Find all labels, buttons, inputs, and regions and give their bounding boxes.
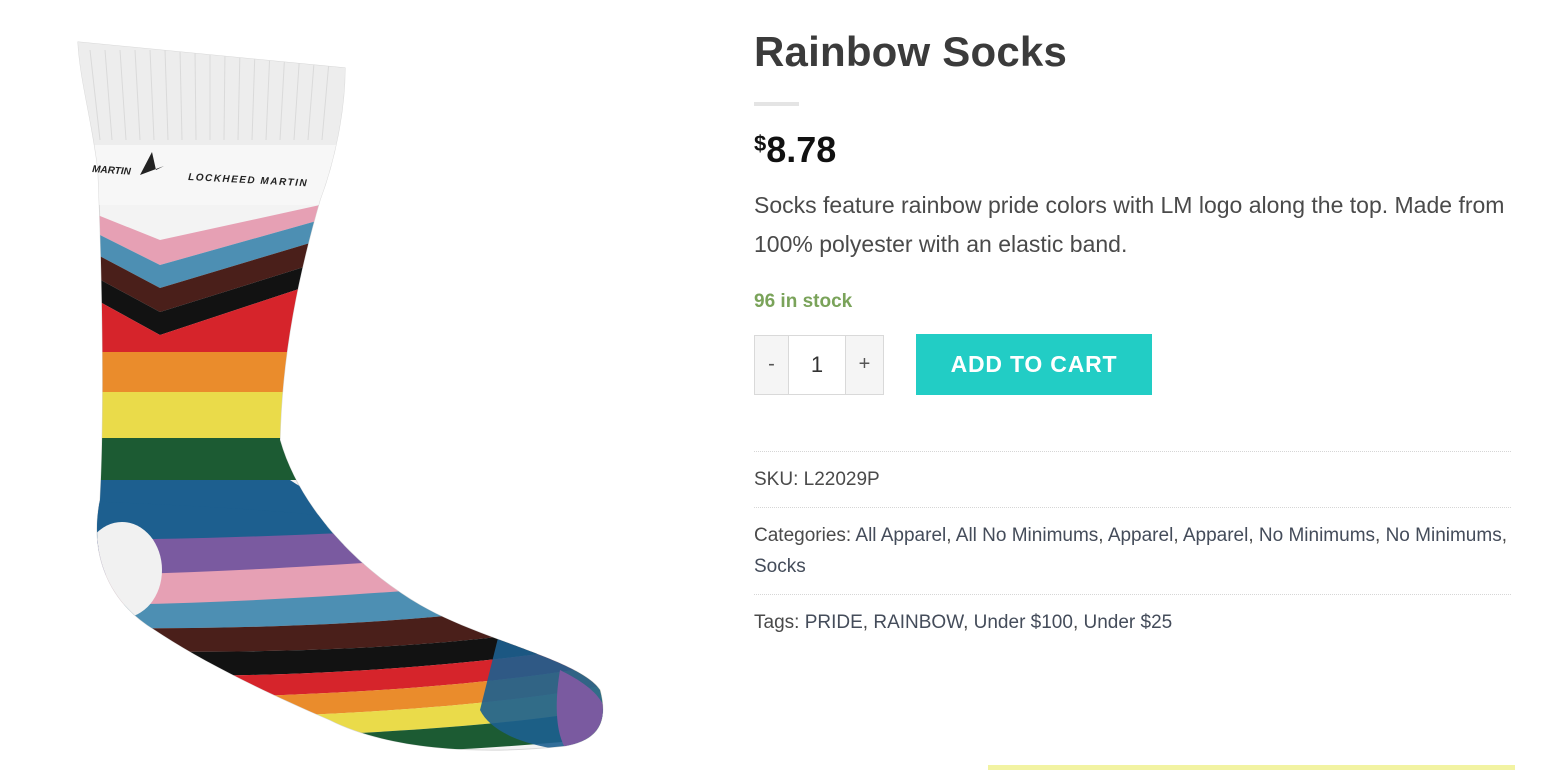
product-image[interactable]: MARTIN LOCKHEED MARTIN: [60, 30, 630, 760]
category-link[interactable]: All Apparel: [855, 525, 946, 546]
sku-row: SKU: L22029P: [754, 451, 1511, 507]
product-price: $8.78: [754, 130, 1514, 170]
stock-status: 96 in stock: [754, 291, 853, 312]
tag-link[interactable]: RAINBOW: [873, 612, 963, 633]
quantity-stepper: - +: [754, 334, 884, 395]
tags-label: Tags:: [754, 612, 800, 633]
price-currency: $: [754, 131, 767, 156]
tag-link[interactable]: Under $25: [1084, 612, 1173, 633]
bottom-highlight-bar: [988, 765, 1515, 770]
price-amount: 8.78: [766, 129, 837, 170]
category-link[interactable]: No Minimums: [1259, 525, 1375, 546]
category-link[interactable]: No Minimums: [1386, 525, 1502, 546]
product-description: Socks feature rainbow pride colors with …: [754, 192, 1505, 257]
category-link[interactable]: Socks: [754, 556, 806, 577]
sku-label: SKU:: [754, 469, 799, 490]
add-to-cart-form: - + ADD TO CART: [754, 334, 1514, 395]
categories-label: Categories:: [754, 525, 852, 546]
quantity-decrease-button[interactable]: -: [755, 335, 789, 394]
tag-link[interactable]: PRIDE: [805, 612, 863, 633]
tags-row: Tags: PRIDE, RAINBOW, Under $100, Under …: [754, 594, 1511, 650]
title-divider: [754, 102, 799, 106]
add-to-cart-button[interactable]: ADD TO CART: [916, 334, 1152, 395]
category-link[interactable]: Apparel: [1183, 525, 1249, 546]
product-summary: Rainbow Socks $8.78 Socks feature rainbo…: [754, 28, 1514, 650]
category-link[interactable]: All No Minimums: [956, 525, 1099, 546]
quantity-input[interactable]: [789, 335, 845, 394]
product-page: MARTIN LOCKHEED MARTIN Rainbow Socks $8.…: [0, 0, 1550, 770]
tag-link[interactable]: Under $100: [974, 612, 1073, 633]
categories-row: Categories: All Apparel, All No Minimums…: [754, 507, 1511, 594]
product-meta: SKU: L22029P Categories: All Apparel, Al…: [754, 451, 1511, 650]
product-title: Rainbow Socks: [754, 28, 1068, 75]
quantity-increase-button[interactable]: +: [845, 335, 883, 394]
category-link[interactable]: Apparel: [1108, 525, 1174, 546]
sku-value: L22029P: [803, 469, 880, 490]
